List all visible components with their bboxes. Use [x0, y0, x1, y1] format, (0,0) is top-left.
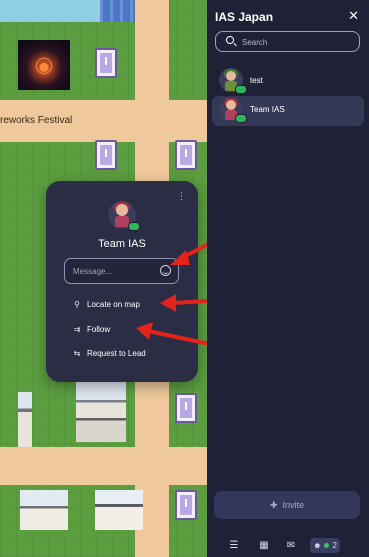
invite-label: Invite — [282, 500, 305, 510]
map-icon[interactable]: ☰ — [227, 538, 241, 553]
participants-icon: ☻ — [313, 541, 322, 550]
castle-photo-left[interactable] — [18, 392, 32, 447]
portal-door[interactable] — [175, 393, 197, 423]
member-name: Team IAS — [250, 105, 285, 114]
portal-door[interactable] — [175, 140, 197, 170]
request-to-lead-label: Request to Lead — [87, 348, 146, 358]
portal-door[interactable] — [95, 140, 117, 170]
online-dot — [324, 543, 330, 548]
avatar — [108, 201, 140, 231]
castle-photo[interactable] — [76, 382, 126, 442]
message-input[interactable] — [73, 264, 153, 279]
follow-button[interactable]: ⇉ Follow — [72, 322, 110, 336]
search-icon — [226, 36, 234, 44]
player-name: Team IAS — [98, 238, 146, 250]
online-badge — [235, 114, 247, 123]
participants-button[interactable]: ☻ 2 — [310, 538, 340, 553]
online-badge — [128, 222, 140, 231]
avatar — [219, 97, 247, 123]
fireworks-photo[interactable] — [18, 40, 70, 90]
member-item-team-ias[interactable]: Team IAS — [212, 96, 364, 126]
emoji-icon[interactable] — [160, 265, 171, 276]
online-badge — [235, 85, 247, 94]
calendar-icon[interactable]: ▦ — [257, 538, 271, 553]
player-popup-card: ⋮ Team IAS ⚲ Locate on map ⇉ Follow ⇆ Re… — [46, 181, 198, 382]
participants-sidebar: IAS Japan ✕ test Team IAS ✚ Invite — [207, 0, 369, 557]
castle-photo-bottom-left[interactable] — [20, 490, 68, 530]
map-pin-icon: ⚲ — [74, 299, 80, 309]
horizontal-road-bottom — [0, 447, 207, 485]
bottom-toolbar: ☰ ▦ ✉ ☻ 2 — [207, 534, 369, 557]
space-title: IAS Japan — [215, 10, 274, 24]
participant-count: 2 — [332, 541, 337, 550]
request-to-lead-button[interactable]: ⇆ Request to Lead — [72, 346, 146, 360]
locate-on-map-button[interactable]: ⚲ Locate on map — [72, 297, 140, 311]
member-item-test[interactable]: test — [212, 67, 364, 97]
member-name: test — [250, 76, 263, 85]
add-user-icon: ✚ — [269, 499, 278, 510]
avatar — [219, 68, 247, 94]
follow-icon: ⇉ — [73, 324, 81, 334]
chat-icon[interactable]: ✉ — [284, 538, 298, 553]
locate-on-map-label: Locate on map — [87, 299, 140, 309]
follow-label: Follow — [87, 324, 111, 334]
castle-photo-bottom-right[interactable] — [95, 490, 143, 530]
search-field[interactable] — [215, 31, 360, 52]
more-options-icon[interactable]: ⋮ — [177, 191, 186, 202]
map-area-label: reworks Festival — [0, 115, 73, 126]
message-field[interactable] — [64, 258, 179, 284]
portal-door[interactable] — [95, 48, 117, 78]
sky-area — [0, 0, 100, 22]
search-input[interactable] — [242, 35, 352, 49]
close-icon[interactable]: ✕ — [348, 8, 359, 24]
invite-button[interactable]: ✚ Invite — [214, 491, 360, 519]
portal-door[interactable] — [175, 490, 197, 520]
lead-icon: ⇆ — [73, 348, 81, 358]
